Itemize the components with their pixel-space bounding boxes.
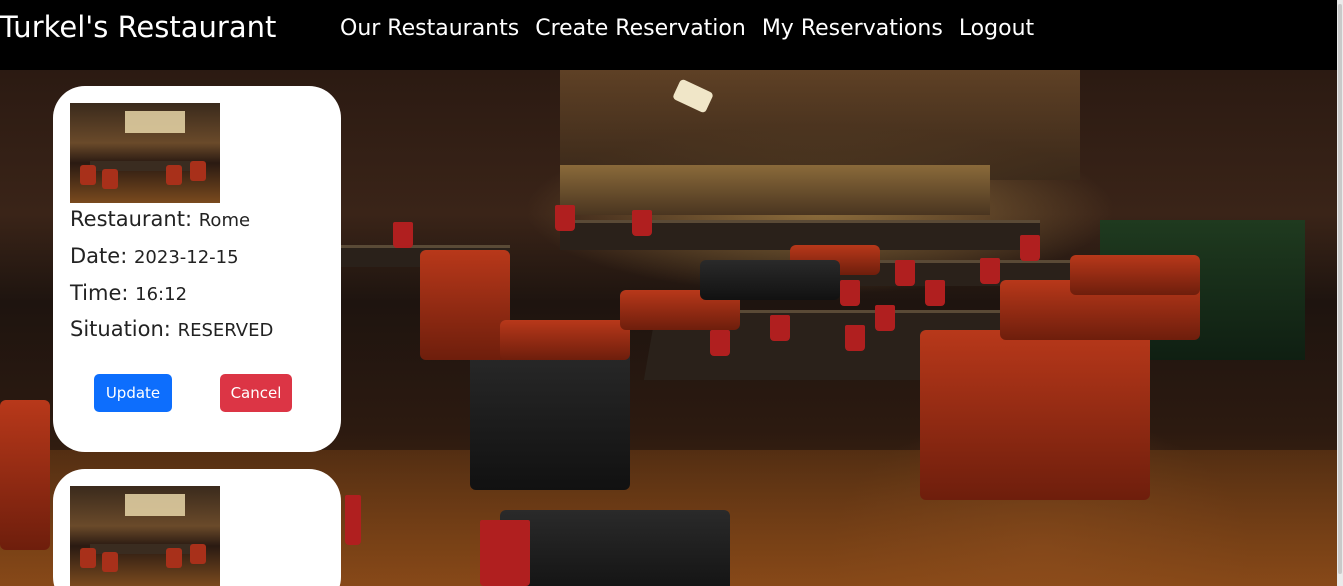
reservation-card: Restaurant: Rome Date: 2023-12-15 Time: …: [53, 86, 341, 452]
cancel-button[interactable]: Cancel: [220, 374, 292, 412]
nav-link-my-reservations[interactable]: My Reservations: [762, 16, 943, 41]
brand-title[interactable]: Turkel's Restaurant: [0, 10, 276, 44]
nav-link-logout[interactable]: Logout: [959, 16, 1034, 41]
reservation-time: Time: 16:12: [70, 281, 187, 305]
restaurant-thumbnail: [70, 486, 220, 586]
reservation-date: Date: 2023-12-15: [70, 244, 239, 268]
navbar: Turkel's Restaurant Our Restaurants Crea…: [0, 0, 1343, 70]
situation-label: Situation:: [70, 317, 171, 341]
date-label: Date:: [70, 244, 128, 268]
date-value: 2023-12-15: [133, 247, 239, 268]
situation-value: RESERVED: [177, 320, 274, 341]
time-value: 16:12: [135, 284, 188, 305]
reservation-restaurant: Restaurant: Rome: [70, 207, 250, 231]
update-button[interactable]: Update: [94, 374, 172, 412]
time-label: Time:: [70, 281, 129, 305]
nav-links: Our Restaurants Create Reservation My Re…: [340, 16, 1034, 41]
nav-link-our-restaurants[interactable]: Our Restaurants: [340, 16, 519, 41]
page-scrollbar[interactable]: [1337, 0, 1343, 586]
nav-link-create-reservation[interactable]: Create Reservation: [535, 16, 746, 41]
reservation-situation: Situation: RESERVED: [70, 317, 273, 341]
restaurant-thumbnail: [70, 103, 220, 203]
reservation-card: [53, 469, 341, 586]
scrollbar-thumb[interactable]: [1338, 4, 1342, 574]
restaurant-label: Restaurant:: [70, 207, 193, 231]
restaurant-value: Rome: [198, 210, 251, 231]
